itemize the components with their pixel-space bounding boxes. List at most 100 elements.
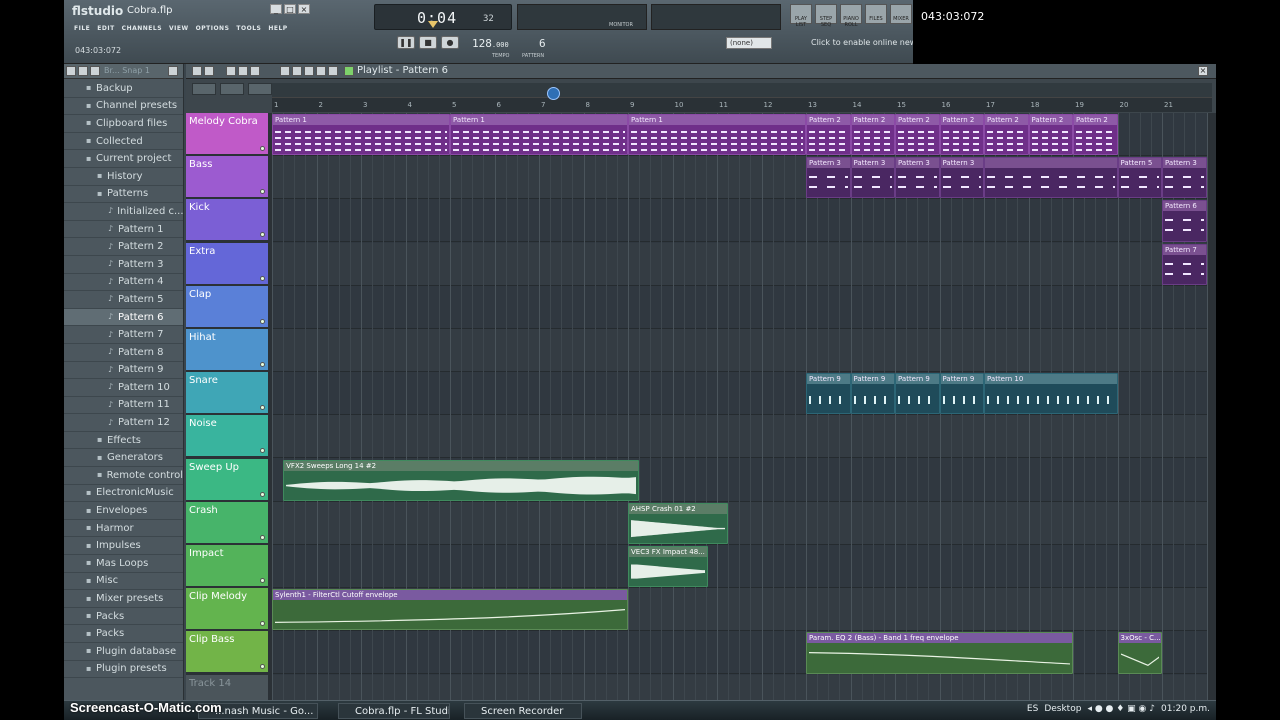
timeline-overview[interactable]	[272, 83, 1212, 97]
pattern-clip[interactable]: Pattern 2	[984, 114, 1029, 156]
playlist-grid[interactable]: Pattern 1 Pattern 1 Pattern 1 Pattern 2 Patt…	[272, 113, 1208, 700]
browser-item[interactable]: ▪ Misc	[64, 573, 183, 591]
pattern-number[interactable]: 6	[539, 37, 546, 50]
playlist-menu-icon[interactable]	[192, 66, 202, 76]
browser-item[interactable]: ▪ ElectronicMusic	[64, 485, 183, 503]
pattern-clip[interactable]: Pattern 3	[806, 157, 851, 199]
browser-item[interactable]: ▪ Mixer presets	[64, 590, 183, 608]
track-header[interactable]: Snare	[186, 372, 268, 415]
pattern-clip[interactable]: Pattern 3	[1162, 157, 1207, 199]
audio-clip[interactable]: AHSP Crash 01 #2	[628, 502, 729, 544]
browser-item[interactable]: ▪ Plugin presets	[64, 661, 183, 679]
pattern-clip[interactable]: Pattern 3	[895, 157, 940, 199]
snap-button[interactable]	[192, 83, 216, 95]
browser-item[interactable]: ▪ Harmor	[64, 520, 183, 538]
piano-roll-button[interactable]: PIANO ROLL	[840, 4, 862, 28]
pattern-clip[interactable]: Pattern 9	[939, 373, 984, 415]
browser-item[interactable]: ▪ Envelopes	[64, 502, 183, 520]
pattern-clip[interactable]: Pattern 2	[895, 114, 940, 156]
pattern-clip[interactable]: Pattern 1	[628, 114, 806, 156]
pattern-clip[interactable]: Pattern 5	[1117, 157, 1162, 199]
bar-ruler[interactable]: 1 2 3 4 5 6 7 8 9 10 11 12 13 14 15 16 17 18 19 20 21	[272, 97, 1212, 112]
menu-file[interactable]: FILE	[74, 25, 90, 32]
track-led-icon[interactable]	[260, 232, 265, 238]
audio-clip[interactable]: VFX2 Sweeps Long 14 #2	[283, 459, 640, 501]
track-led-icon[interactable]	[260, 318, 265, 324]
menu-channels[interactable]: CHANNELS	[122, 25, 162, 32]
pattern-clip[interactable]: Pattern 2	[1028, 114, 1073, 156]
track-led-icon[interactable]	[260, 534, 265, 540]
browser-item[interactable]: ♪ Pattern 3	[64, 256, 183, 274]
browser-item[interactable]: ▪ Effects	[64, 432, 183, 450]
clock[interactable]: 01:20 p.m.	[1161, 704, 1210, 714]
browser-item[interactable]: ▪ Channel presets	[64, 98, 183, 116]
track-header[interactable]: Sweep Up	[186, 458, 268, 501]
track-header[interactable]: Clap	[186, 285, 268, 328]
browser-menu-icon[interactable]	[66, 66, 76, 76]
close-icon[interactable]: ×	[298, 4, 310, 14]
track-header[interactable]: Impact	[186, 545, 268, 587]
browser-item[interactable]: ▪ Clipboard files	[64, 115, 183, 133]
browser-item[interactable]: ▪ Impulses	[64, 537, 183, 556]
playlist-button[interactable]: PLAY LIST	[790, 4, 812, 28]
track-led-icon[interactable]	[260, 664, 265, 670]
maximize-icon[interactable]: □	[284, 4, 296, 14]
browser-item[interactable]: ▪ Generators	[64, 449, 183, 468]
browser-item[interactable]: ♪ Pattern 8	[64, 344, 183, 362]
mixer-button[interactable]: MIXER	[890, 4, 912, 24]
play-pause-button[interactable]: ❚❚	[397, 36, 415, 49]
pattern-clip[interactable]: Pattern 2	[939, 114, 984, 156]
track-header[interactable]: Clip Melody	[186, 588, 268, 631]
tempo-display[interactable]: 128.000	[472, 37, 509, 50]
browser-item[interactable]: ♪ Pattern 11	[64, 397, 183, 415]
browser-item[interactable]: ▪ Packs	[64, 608, 183, 626]
track-led-icon[interactable]	[260, 362, 265, 367]
menu-help[interactable]: HELP	[268, 25, 287, 32]
pattern-clip[interactable]	[984, 157, 1118, 199]
automation-clip[interactable]: 3xOsc - C...	[1117, 632, 1162, 674]
zoom-tool-icon[interactable]	[316, 66, 326, 76]
audio-clip[interactable]: VEC3 FX Impact 48...	[628, 546, 709, 588]
browser-item[interactable]: ▪ History	[64, 168, 183, 186]
taskbar-task-recorder[interactable]: Screen Recorder	[464, 703, 582, 719]
menu-options[interactable]: OPTIONS	[196, 25, 230, 32]
record-button[interactable]: ●	[441, 36, 459, 49]
pattern-clip[interactable]: Pattern 6	[1162, 200, 1207, 242]
delete-tool-icon[interactable]	[250, 66, 260, 76]
pattern-clip[interactable]: Pattern 3	[939, 157, 984, 199]
browser-item[interactable]: ▪ Current project	[64, 150, 183, 168]
pattern-clip[interactable]: Pattern 9	[850, 373, 895, 415]
track-header[interactable]: Crash	[186, 501, 268, 544]
browser-item[interactable]: ▪ Collected	[64, 133, 183, 151]
browser-item[interactable]: ♪ Pattern 5	[64, 291, 183, 309]
files-button[interactable]: FILES	[865, 4, 887, 24]
browser-item[interactable]: ♪ Pattern 12	[64, 414, 183, 432]
slice-tool-icon[interactable]	[292, 66, 302, 76]
browser-close-icon[interactable]	[168, 66, 178, 76]
pattern-clip[interactable]: Pattern 2	[806, 114, 851, 156]
track-led-icon[interactable]	[260, 405, 265, 411]
pattern-clip[interactable]: Pattern 2	[1073, 114, 1118, 156]
track-header[interactable]: Clip Bass	[186, 631, 268, 674]
time-display[interactable]: 0:04 32	[374, 4, 512, 30]
track-led-icon[interactable]	[260, 621, 265, 627]
browser-forward-icon[interactable]	[90, 66, 100, 76]
minimize-icon[interactable]: _	[270, 4, 282, 14]
playback-tool-icon[interactable]	[328, 66, 338, 76]
browser-item[interactable]: ▪ Packs	[64, 625, 183, 643]
loop-button[interactable]	[220, 83, 244, 95]
track-header[interactable]: Track 14	[186, 674, 268, 700]
step-seq-button[interactable]: STEP SEQ	[815, 4, 837, 28]
stop-button[interactable]: ■	[419, 36, 437, 49]
track-header[interactable]: Extra	[186, 242, 268, 285]
pattern-clip[interactable]: Pattern 1	[450, 114, 628, 156]
snap-select[interactable]: (none)	[726, 37, 772, 49]
pattern-clip[interactable]: Pattern 9	[895, 373, 940, 415]
taskbar-task-flstudio[interactable]: Cobra.flp - FL Studi...	[338, 703, 450, 719]
song-position-marker[interactable]	[428, 21, 438, 28]
menu-view[interactable]: VIEW	[169, 25, 189, 32]
options-button[interactable]	[248, 83, 272, 95]
playlist-play-icon[interactable]	[344, 66, 354, 76]
track-led-icon[interactable]	[260, 578, 265, 583]
track-led-icon[interactable]	[260, 189, 265, 195]
